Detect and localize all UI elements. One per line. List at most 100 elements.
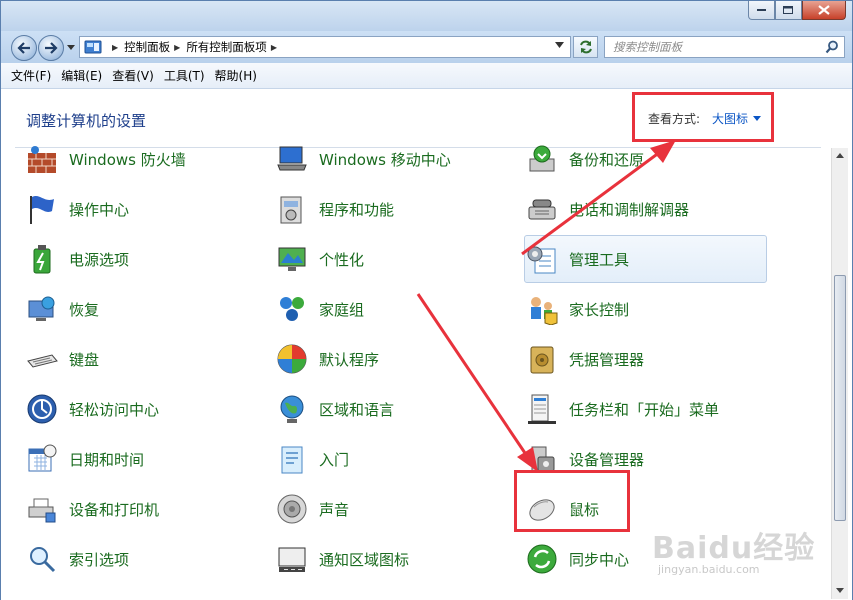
menu-help[interactable]: 帮助(H) [215,67,257,84]
item-label: 备份和还原 [569,150,645,169]
recovery-icon [25,292,59,326]
taskbar-start-menu-icon [525,392,559,426]
title-bar [1,1,852,31]
item-label: 入门 [319,450,350,469]
item-date-time[interactable]: 日期和时间 [25,435,144,483]
navigation-bar: ▶ 控制面板 ▶ 所有控制面板项 ▶ 搜索控制面板 [1,31,852,63]
admin-tools-icon [525,242,559,276]
item-indexing-options[interactable]: 索引选项 [25,535,129,583]
action-center-flag-icon [25,192,59,226]
item-label: 电源选项 [69,250,130,269]
item-label: 家庭组 [319,300,365,319]
item-devices-printers[interactable]: 设备和打印机 [25,485,159,533]
back-arrow-icon [17,42,30,54]
menu-view[interactable]: 查看(V) [112,67,154,84]
item-action-center[interactable]: 操作中心 [25,185,129,233]
breadcrumb-control-panel[interactable]: 控制面板 [124,39,170,55]
watermark-main: Baidu经验 [652,531,816,566]
maximize-button[interactable] [775,1,802,20]
credential-manager-icon [525,342,559,376]
backup-restore-icon [525,142,559,176]
breadcrumb-separator-icon: ▶ [112,42,119,52]
search-placeholder: 搜索控制面板 [613,40,682,54]
close-icon [818,5,830,15]
ease-of-access-icon [25,392,59,426]
menu-bar: 文件(F) 编辑(E) 查看(V) 工具(T) 帮助(H) [1,63,852,89]
default-programs-icon [275,342,309,376]
address-dropdown-icon[interactable] [555,42,564,48]
item-label: 设备管理器 [569,450,645,469]
item-label: 声音 [319,500,350,519]
item-label: 默认程序 [319,350,380,369]
search-box[interactable]: 搜索控制面板 [604,36,845,58]
item-default-programs[interactable]: 默认程序 [275,335,379,383]
forward-button[interactable] [38,35,64,61]
item-personalization[interactable]: 个性化 [275,235,364,283]
item-label: 轻松访问中心 [69,400,160,419]
refresh-icon [579,40,592,54]
item-keyboard[interactable]: 键盘 [25,335,99,383]
scroll-up-icon[interactable] [836,153,844,158]
back-button[interactable] [11,35,37,61]
item-ease-of-access[interactable]: 轻松访问中心 [25,385,159,433]
scrollbar-thumb[interactable] [834,275,846,521]
personalization-icon [275,242,309,276]
control-panel-window: ▶ 控制面板 ▶ 所有控制面板项 ▶ 搜索控制面板 文件(F) 编辑(E) 查看… [0,0,853,600]
item-sync-center[interactable]: 同步中心 [525,535,629,583]
item-backup-restore[interactable]: 备份和还原 [525,135,644,183]
notification-area-icon [275,542,309,576]
item-region-language[interactable]: 区域和语言 [275,385,394,433]
item-phone-modem[interactable]: 电话和调制解调器 [525,185,689,233]
breadcrumb-all-items[interactable]: 所有控制面板项 [186,39,267,55]
sound-icon [275,492,309,526]
item-label: 个性化 [319,250,365,269]
keyboard-icon [25,342,59,376]
item-sound[interactable]: 声音 [275,485,349,533]
watermark-sub: jingyan.baidu.com [658,563,760,576]
search-icon[interactable] [825,40,839,54]
item-windows-mobility-center[interactable]: Windows 移动中心 [275,135,451,183]
close-button[interactable] [802,1,846,20]
item-taskbar-start-menu[interactable]: 任务栏和「开始」菜单 [525,385,719,433]
item-credential-manager[interactable]: 凭据管理器 [525,335,644,383]
firewall-icon [25,142,59,176]
item-label: 索引选项 [69,550,130,569]
mobility-center-icon [275,142,309,176]
vertical-scrollbar[interactable] [831,148,848,599]
address-bar[interactable]: ▶ 控制面板 ▶ 所有控制面板项 ▶ [79,36,571,58]
minimize-icon [756,9,766,11]
minimize-button[interactable] [748,1,775,20]
item-recovery[interactable]: 恢复 [25,285,99,333]
control-panel-icon [84,40,102,54]
recent-pages-dropdown-icon[interactable] [67,45,75,50]
scroll-down-icon[interactable] [836,588,844,593]
item-label: 同步中心 [569,550,630,569]
item-notification-area-icons[interactable]: 通知区域图标 [275,535,409,583]
devices-printers-icon [25,492,59,526]
highlight-box-view-by [632,92,774,142]
region-language-icon [275,392,309,426]
item-getting-started[interactable]: 入门 [275,435,349,483]
item-label: 家长控制 [569,300,630,319]
menu-edit[interactable]: 编辑(E) [61,67,102,84]
parental-controls-icon [525,292,559,326]
item-administrative-tools[interactable]: 管理工具 [524,235,767,283]
item-parental-controls[interactable]: 家长控制 [525,285,629,333]
item-label: 电话和调制解调器 [569,200,690,219]
menu-file[interactable]: 文件(F) [11,67,51,84]
item-label: 管理工具 [569,250,630,269]
refresh-button[interactable] [573,36,598,58]
homegroup-icon [275,292,309,326]
item-label: 日期和时间 [69,450,145,469]
item-label: Windows 移动中心 [319,150,451,169]
item-label: 通知区域图标 [319,550,410,569]
power-options-icon [25,242,59,276]
item-label: 凭据管理器 [569,350,645,369]
menu-tools[interactable]: 工具(T) [164,67,205,84]
item-power-options[interactable]: 电源选项 [25,235,129,283]
item-homegroup[interactable]: 家庭组 [275,285,364,333]
item-windows-firewall[interactable]: Windows 防火墙 [25,135,186,183]
maximize-icon [783,5,793,14]
item-programs-features[interactable]: 程序和功能 [275,185,394,233]
item-label: 键盘 [69,350,100,369]
